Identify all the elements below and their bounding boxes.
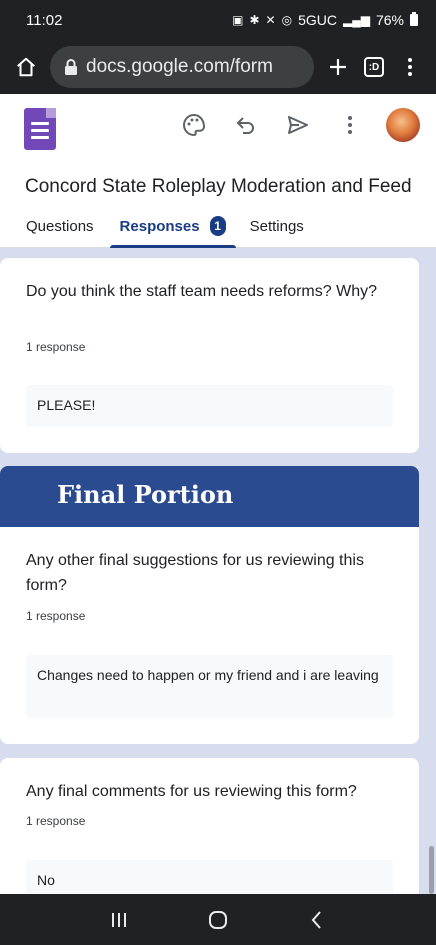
form-tabs: Questions Responses 1 Settings xyxy=(0,212,436,248)
menu-icon xyxy=(408,58,412,76)
section-title: Final Portion xyxy=(57,480,234,509)
responses-count-badge: 1 xyxy=(209,216,226,236)
url-text: docs.google.com/form xyxy=(86,56,273,77)
send-icon xyxy=(288,116,308,134)
response-count: 1 response xyxy=(26,340,86,354)
response-card: Do you think the staff team needs reform… xyxy=(0,258,419,453)
scrollbar-thumb[interactable] xyxy=(429,846,434,894)
new-tab-button[interactable] xyxy=(320,49,356,85)
customize-theme-button[interactable] xyxy=(178,109,210,141)
tabs-icon: :D xyxy=(364,57,384,77)
more-icon xyxy=(348,116,352,134)
home-nav-button[interactable] xyxy=(198,900,238,940)
section-header: Final Portion xyxy=(0,466,419,527)
response-card: Any other final suggestions for us revie… xyxy=(0,527,419,744)
battery-label: 76% xyxy=(375,12,404,28)
status-icons: ▣ ✱ ✕ ◎ 5GUC ▂▄▆ 76% xyxy=(232,12,418,28)
new-tab-icon xyxy=(330,59,346,75)
tab-questions-label: Questions xyxy=(26,218,94,235)
avatar[interactable] xyxy=(386,108,420,142)
battery-icon xyxy=(410,12,418,26)
back-icon xyxy=(311,910,321,929)
response-count: 1 response xyxy=(26,814,86,828)
system-nav-bar xyxy=(0,894,436,945)
home-button[interactable] xyxy=(8,49,44,85)
battery-saver-icon: ▣ xyxy=(232,13,244,27)
browser-menu-button[interactable] xyxy=(392,49,428,85)
form-title: Concord State Roleplay Moderation and Fe… xyxy=(25,176,411,197)
home-button-icon xyxy=(208,910,227,929)
send-button[interactable] xyxy=(282,109,314,141)
palette-icon xyxy=(183,113,206,137)
signal-icon: ▂▄▆ xyxy=(343,13,370,27)
browser-toolbar: docs.google.com/form :D xyxy=(0,40,436,94)
tab-settings-label: Settings xyxy=(249,218,304,235)
undo-icon xyxy=(237,117,254,134)
mute-icon: ✕ xyxy=(265,13,276,27)
home-icon xyxy=(17,57,35,77)
tab-questions[interactable]: Questions xyxy=(26,212,94,248)
recent-apps-icon xyxy=(112,912,127,927)
network-label: 5GUC xyxy=(298,12,337,28)
tab-settings[interactable]: Settings xyxy=(250,212,304,248)
hotspot-icon: ◎ xyxy=(281,13,293,27)
undo-button[interactable] xyxy=(230,109,262,141)
back-nav-button[interactable] xyxy=(297,900,337,940)
response-count: 1 response xyxy=(26,609,86,623)
tab-responses[interactable]: Responses 1 xyxy=(109,212,236,248)
google-forms-logo-icon[interactable] xyxy=(24,108,56,150)
tab-responses-label: Responses xyxy=(119,218,200,235)
bluetooth-icon: ✱ xyxy=(249,13,260,27)
question-title: Do you think the staff team needs reform… xyxy=(26,283,377,300)
forms-header: Concord State Roleplay Moderation and Fe… xyxy=(0,94,436,248)
question-title: Any final comments for us reviewing this… xyxy=(26,783,357,800)
response-answer: PLEASE! xyxy=(26,385,393,427)
status-bar: 11:02 ▣ ✱ ✕ ◎ 5GUC ▂▄▆ 76% xyxy=(0,0,436,40)
response-answer: Changes need to happen or my friend and … xyxy=(26,655,393,718)
recent-apps-button[interactable] xyxy=(99,900,139,940)
tabs-button[interactable]: :D xyxy=(356,49,392,85)
lock-icon xyxy=(65,59,77,75)
more-options-button[interactable] xyxy=(334,109,366,141)
question-title: Any other final suggestions for us revie… xyxy=(26,552,364,594)
status-time: 11:02 xyxy=(26,11,63,29)
address-bar[interactable]: docs.google.com/form xyxy=(50,46,314,88)
